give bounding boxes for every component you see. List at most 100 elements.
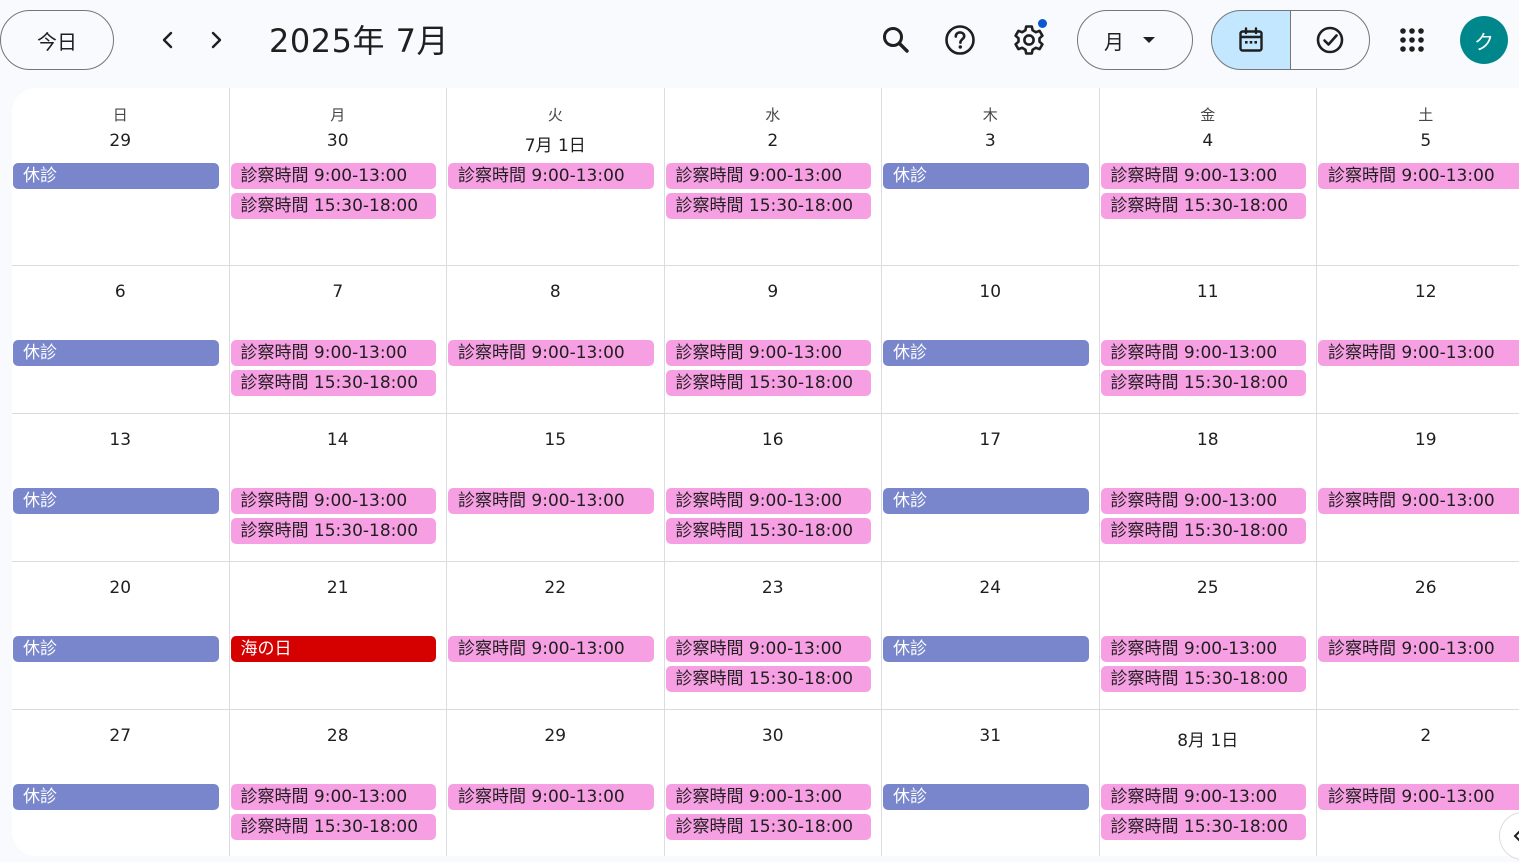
date-number[interactable]: 9 [665,282,882,302]
event-chip-closed[interactable]: 休診 [883,784,1089,810]
date-number[interactable]: 11 [1100,282,1317,302]
event-chip-closed[interactable]: 休診 [13,340,219,366]
event-chip-closed[interactable]: 休診 [883,636,1089,662]
day-cell[interactable]: 13 休診 [12,414,230,562]
account-avatar[interactable]: ク [1460,16,1508,64]
today-button[interactable]: 今日 [0,10,114,70]
date-number[interactable]: 4 [1100,131,1317,151]
date-number[interactable]: 30 [230,131,447,151]
event-chip-hours[interactable]: 診察時間 15:30-18:00 [1100,814,1306,840]
date-number[interactable]: 30 [665,726,882,746]
event-chip-hours[interactable]: 診察時間 9:00-13:00 [1318,488,1519,514]
event-chip-hours[interactable]: 診察時間 9:00-13:00 [665,340,871,366]
day-cell[interactable]: 土 5 診察時間 9:00-13:00 [1317,88,1519,266]
day-cell[interactable]: 月 30 診察時間 9:00-13:00 診察時間 15:30-18:00 [229,88,447,266]
date-number[interactable]: 8 [447,282,664,302]
day-cell[interactable]: 18 診察時間 9:00-13:00 診察時間 15:30-18:00 [1099,414,1317,562]
event-chip-hours[interactable]: 診察時間 9:00-13:00 [448,163,654,189]
event-chip-hours[interactable]: 診察時間 9:00-13:00 [230,340,436,366]
event-chip-hours[interactable]: 診察時間 9:00-13:00 [448,488,654,514]
date-number[interactable]: 3 [882,131,1099,151]
day-cell[interactable]: 28 診察時間 9:00-13:00 診察時間 15:30-18:00 [230,710,447,856]
day-cell[interactable]: 15 診察時間 9:00-13:00 [447,414,665,562]
day-cell[interactable]: 17 休診 [882,414,1100,562]
date-number[interactable]: 13 [12,430,229,450]
event-chip-hours[interactable]: 診察時間 9:00-13:00 [1100,784,1306,810]
date-number[interactable]: 21 [230,578,447,598]
event-chip-hours[interactable]: 診察時間 9:00-13:00 [1318,636,1519,662]
date-number[interactable]: 23 [665,578,882,598]
date-number[interactable]: 5 [1317,131,1519,151]
view-switcher-dropdown[interactable]: 月 [1077,10,1193,70]
day-cell[interactable]: 8 診察時間 9:00-13:00 [447,266,665,414]
event-chip-hours[interactable]: 診察時間 15:30-18:00 [665,370,871,396]
day-cell[interactable]: 31 休診 [882,710,1100,856]
event-chip-hours[interactable]: 診察時間 15:30-18:00 [1100,666,1306,692]
help-button[interactable] [938,18,982,62]
event-chip-hours[interactable]: 診察時間 9:00-13:00 [665,784,871,810]
tasks-view-toggle[interactable] [1290,10,1370,70]
date-number[interactable]: 31 [882,726,1099,746]
event-chip-hours[interactable]: 診察時間 9:00-13:00 [448,340,654,366]
day-cell[interactable]: 14 診察時間 9:00-13:00 診察時間 15:30-18:00 [229,414,447,562]
event-chip-closed[interactable]: 休診 [13,488,219,514]
date-number[interactable]: 29 [447,726,664,746]
day-cell[interactable]: 21 海の日 [229,562,447,710]
event-chip-hours[interactable]: 診察時間 9:00-13:00 [230,488,436,514]
day-cell[interactable]: 11 診察時間 9:00-13:00 診察時間 15:30-18:00 [1099,266,1317,414]
date-number[interactable]: 29 [12,131,229,151]
date-number[interactable]: 7月 1日 [447,131,664,156]
day-cell[interactable]: 9 診察時間 9:00-13:00 診察時間 15:30-18:00 [664,266,882,414]
event-chip-hours[interactable]: 診察時間 9:00-13:00 [1100,163,1306,189]
event-chip-hours[interactable]: 診察時間 15:30-18:00 [1100,193,1306,219]
event-chip-hours[interactable]: 診察時間 9:00-13:00 [665,488,871,514]
date-number[interactable]: 28 [230,726,447,746]
event-chip-hours[interactable]: 診察時間 15:30-18:00 [230,370,436,396]
date-number[interactable]: 19 [1317,430,1519,450]
date-number[interactable]: 2 [1317,726,1519,746]
day-cell[interactable]: 7 診察時間 9:00-13:00 診察時間 15:30-18:00 [229,266,447,414]
event-chip-closed[interactable]: 休診 [13,163,219,189]
date-number[interactable]: 15 [447,430,664,450]
day-cell[interactable]: 日 29 休診 [12,88,230,266]
event-chip-hours[interactable]: 診察時間 9:00-13:00 [1100,340,1306,366]
event-chip-hours[interactable]: 診察時間 9:00-13:00 [1318,340,1519,366]
event-chip-closed[interactable]: 休診 [13,784,219,810]
day-cell[interactable]: 8月 1日診察時間 9:00-13:00 診察時間 15:30-18:00 [1100,710,1317,856]
day-cell[interactable]: 22 診察時間 9:00-13:00 [447,562,665,710]
day-cell[interactable]: 26 診察時間 9:00-13:00 [1317,562,1519,710]
day-cell[interactable]: 6 休診 [12,266,230,414]
event-chip-hours[interactable]: 診察時間 9:00-13:00 [448,636,654,662]
event-chip-closed[interactable]: 休診 [883,163,1089,189]
settings-button[interactable] [1007,18,1051,62]
day-cell[interactable]: 24 休診 [882,562,1100,710]
day-cell[interactable]: 12 診察時間 9:00-13:00 [1317,266,1519,414]
day-cell[interactable]: 23 診察時間 9:00-13:00 診察時間 15:30-18:00 [664,562,882,710]
event-chip-hours[interactable]: 診察時間 9:00-13:00 [230,784,436,810]
event-chip-hours[interactable]: 診察時間 9:00-13:00 [665,636,871,662]
event-chip-holiday[interactable]: 海の日 [230,636,436,662]
date-number[interactable]: 7 [230,282,447,302]
day-cell[interactable]: 金 4 診察時間 9:00-13:00 診察時間 15:30-18:00 [1099,88,1317,266]
day-cell[interactable]: 19 診察時間 9:00-13:00 [1317,414,1519,562]
day-cell[interactable]: 25 診察時間 9:00-13:00 診察時間 15:30-18:00 [1099,562,1317,710]
event-chip-closed[interactable]: 休診 [883,340,1089,366]
day-cell[interactable]: 2 診察時間 9:00-13:00 [1317,710,1519,856]
calendar-view-toggle[interactable] [1211,10,1291,70]
apps-button[interactable] [1390,18,1434,62]
next-month-button[interactable] [196,20,236,60]
day-cell[interactable]: 30 診察時間 9:00-13:00 診察時間 15:30-18:00 [665,710,882,856]
event-chip-hours[interactable]: 診察時間 15:30-18:00 [230,193,436,219]
event-chip-hours[interactable]: 診察時間 9:00-13:00 [1318,163,1519,189]
day-cell[interactable]: 20 休診 [12,562,230,710]
date-number[interactable]: 24 [882,578,1099,598]
day-cell[interactable]: 火 7月 1日 診察時間 9:00-13:00 [447,88,665,266]
date-number[interactable]: 17 [882,430,1099,450]
day-cell[interactable]: 16 診察時間 9:00-13:00 診察時間 15:30-18:00 [664,414,882,562]
event-chip-hours[interactable]: 診察時間 15:30-18:00 [230,518,436,544]
event-chip-hours[interactable]: 診察時間 15:30-18:00 [665,814,871,840]
date-number[interactable]: 14 [230,430,447,450]
date-number[interactable]: 6 [12,282,229,302]
previous-month-button[interactable] [148,20,188,60]
date-number[interactable]: 8月 1日 [1100,726,1317,751]
